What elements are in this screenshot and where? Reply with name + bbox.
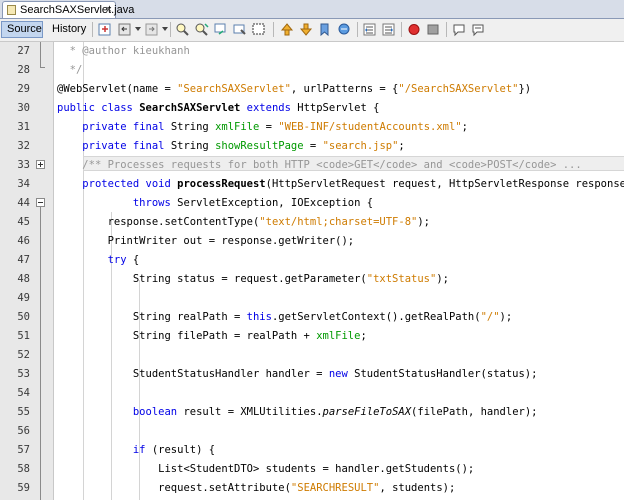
code-line-30: public class SearchSAXServlet extends Ht…	[57, 102, 380, 114]
code-line-27: * @author kieukhanh	[69, 45, 190, 57]
code-line-54: StudentStatusHandler handler = new Stude…	[132, 368, 538, 380]
line-number: 46	[17, 235, 30, 247]
line-number: 31	[17, 121, 30, 133]
line-number: 28	[17, 64, 30, 76]
toolbar-separator	[273, 22, 274, 37]
toolbar-separator	[170, 22, 171, 37]
collapse-fold-icon[interactable]	[36, 198, 45, 207]
line-number: 57	[17, 444, 30, 456]
code-line-52: String filePath = realPath + xmlFile;	[132, 330, 367, 342]
toggle-highlight-icon[interactable]	[232, 22, 248, 37]
toggle-bookmark-icon[interactable]	[317, 22, 333, 37]
code-line-49: String status = request.getParameter("tx…	[132, 273, 449, 285]
line-number: 51	[17, 330, 30, 342]
code-line-29: @WebServlet(name = "SearchSAXServlet", u…	[57, 83, 532, 95]
line-number: 34	[17, 178, 30, 190]
line-number: 29	[17, 83, 30, 95]
back-icon[interactable]	[117, 22, 133, 37]
line-number: 58	[17, 463, 30, 475]
fold-line	[40, 207, 41, 500]
code-editor[interactable]: * @author kieukhanh */ @WebServlet(name …	[54, 42, 624, 500]
line-number: 30	[17, 102, 30, 114]
previous-bookmark-icon[interactable]	[279, 22, 295, 37]
code-line-47: PrintWriter out = response.getWriter();	[107, 235, 355, 247]
editor-toolbar: Source History	[0, 19, 624, 42]
shift-line-right-icon[interactable]	[381, 22, 397, 37]
start-macro-recording-icon[interactable]	[406, 22, 422, 37]
fold-line	[40, 42, 41, 67]
code-line-48: try {	[107, 254, 140, 266]
java-file-icon	[7, 5, 16, 15]
source-tab[interactable]: Source	[1, 21, 43, 38]
code-line-31: private final String xmlFile = "WEB-INF/…	[82, 121, 468, 133]
last-edit-icon[interactable]	[97, 22, 113, 37]
back-dropdown-icon[interactable]	[135, 27, 141, 31]
code-line-46: response.setContentType("text/html;chars…	[107, 216, 430, 228]
next-bookmark-icon[interactable]	[298, 22, 314, 37]
line-number: 47	[17, 254, 30, 266]
line-number: 45	[17, 216, 30, 228]
toolbar-separator	[446, 22, 447, 37]
line-number: 49	[17, 292, 30, 304]
find-selection-icon[interactable]	[175, 22, 191, 37]
toolbar-separator	[357, 22, 358, 37]
shift-line-left-icon[interactable]	[362, 22, 378, 37]
line-number: 55	[17, 406, 30, 418]
comment-icon[interactable]	[451, 22, 467, 37]
forward-dropdown-icon[interactable]	[162, 27, 168, 31]
code-line-32: private final String showResultPage = "s…	[82, 140, 405, 152]
toggle-rectangular-selection-icon[interactable]	[251, 22, 267, 37]
stop-macro-recording-icon[interactable]	[425, 22, 441, 37]
file-tab[interactable]: SearchSAXServlet.java ×	[2, 1, 134, 18]
code-line-51: String realPath = this.getServletContext…	[132, 311, 513, 323]
expand-fold-icon[interactable]	[36, 160, 45, 169]
line-number: 50	[17, 311, 30, 323]
code-line-45: throws ServletException, IOException {	[132, 197, 374, 209]
line-number: 59	[17, 482, 30, 494]
code-line-28: */	[69, 64, 83, 76]
line-number: 56	[17, 425, 30, 437]
line-number: 48	[17, 273, 30, 285]
line-number: 52	[17, 349, 30, 361]
history-tab[interactable]: History	[46, 21, 88, 38]
editor-tab-bar: SearchSAXServlet.java ×	[0, 0, 624, 19]
line-number: 53	[17, 368, 30, 380]
find-previous-icon[interactable]	[194, 22, 210, 37]
code-line-34[interactable]: /** Processes requests for both HTTP <co…	[57, 159, 581, 171]
find-next-icon[interactable]	[213, 22, 229, 37]
fold-end-marker	[40, 67, 45, 68]
line-number: 33	[17, 159, 30, 171]
shift-left-icon[interactable]	[336, 22, 352, 37]
line-number: 44	[17, 197, 30, 209]
code-line-59: List<StudentDTO> students = handler.getS…	[158, 463, 475, 475]
line-number: 27	[17, 45, 30, 57]
toolbar-separator	[401, 22, 402, 37]
line-number-gutter: 27 28 29 30 31 32 33 34 44 45 46 47 48 4…	[0, 42, 54, 500]
line-number: 54	[17, 387, 30, 399]
line-number: 32	[17, 140, 30, 152]
code-line-60: request.setAttribute("SEARCHRESULT", stu…	[158, 482, 456, 494]
toolbar-separator	[92, 22, 93, 37]
close-tab-icon[interactable]: ×	[106, 2, 112, 18]
code-line-58: if (result) {	[132, 444, 216, 456]
code-line-56: boolean result = XMLUtilities.parseFileT…	[132, 406, 538, 418]
uncomment-icon[interactable]	[470, 22, 486, 37]
code-line-44: protected void processRequest(HttpServle…	[82, 178, 624, 190]
file-tab-title: SearchSAXServlet.java	[20, 4, 135, 16]
forward-icon[interactable]	[144, 22, 160, 37]
